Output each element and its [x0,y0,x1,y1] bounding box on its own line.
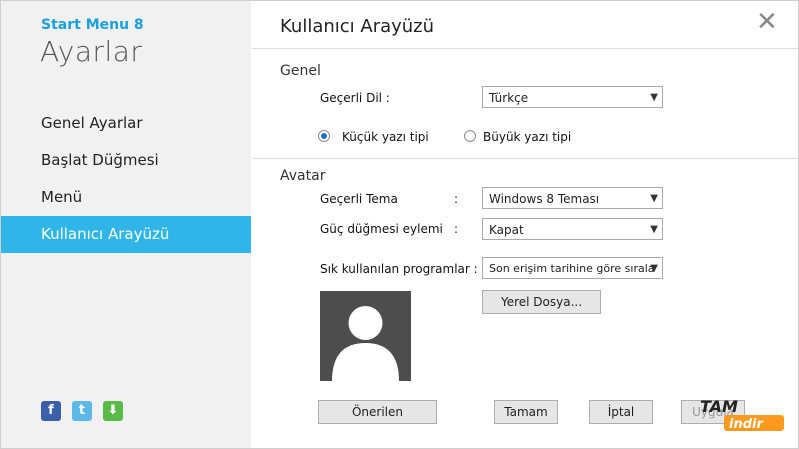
theme-value: Windows 8 Teması [489,192,600,206]
colon: : [454,222,459,236]
main-panel: Kullanıcı Arayüzü ✕ Genel Geçerli Dil : … [252,1,798,448]
language-select[interactable]: Türkçe ▼ [482,86,663,108]
watermark-line1: TAM [700,397,738,416]
section-general: Genel [280,63,321,79]
tamindir-logo-icon: TAM indir [700,397,784,432]
sidebar-heading: Ayarlar [40,35,143,68]
chevron-down-icon: ▼ [650,224,658,235]
sidebar: Start Menu 8 Ayarlar Genel Ayarlar Başla… [1,1,251,448]
large-font-label: Büyük yazı tipi [483,130,572,144]
sidebar-nav: Genel Ayarlar Başlat Düğmesi Menü Kullan… [1,105,251,253]
download-icon[interactable]: ⬇ [103,401,123,421]
theme-select[interactable]: Windows 8 Teması ▼ [482,187,663,209]
sidebar-item-start-button[interactable]: Başlat Düğmesi [1,142,251,179]
close-icon[interactable]: ✕ [756,7,778,37]
power-label: Güç düğmesi eylemi [320,222,443,236]
language-value: Türkçe [489,91,529,105]
colon: : [454,192,459,206]
power-select[interactable]: Kapat ▼ [482,218,663,240]
page-title: Kullanıcı Arayüzü [280,16,435,37]
sidebar-item-menu[interactable]: Menü [1,179,251,216]
facebook-icon[interactable]: f [41,401,61,421]
section-avatar: Avatar [280,168,326,184]
cancel-button[interactable]: İptal [589,400,653,424]
twitter-icon[interactable]: t [72,401,92,421]
app-name: Start Menu 8 [41,17,144,33]
ok-button[interactable]: Tamam [494,400,558,424]
small-font-label: Küçük yazı tipi [342,130,429,144]
power-value: Kapat [489,223,524,237]
recommended-button[interactable]: Önerilen [318,400,437,424]
small-font-radio[interactable] [318,130,330,142]
divider [252,48,798,49]
programs-select[interactable]: Son erişim tarihine göre sırala ▼ [482,257,663,279]
user-silhouette-icon [332,306,399,381]
language-label: Geçerli Dil : [320,91,390,105]
sidebar-item-user-interface[interactable]: Kullanıcı Arayüzü [1,216,251,253]
watermark-line2: indir [729,417,764,432]
divider [252,158,798,159]
settings-window: Start Menu 8 Ayarlar Genel Ayarlar Başla… [0,0,799,449]
chevron-down-icon: ▼ [650,263,658,274]
programs-value: Son erişim tarihine göre sırala [489,262,655,275]
avatar-image [320,291,411,381]
local-file-button[interactable]: Yerel Dosya... [482,290,601,314]
chevron-down-icon: ▼ [650,193,658,204]
chevron-down-icon: ▼ [650,92,658,103]
watermark-logo: TAM indir [682,394,792,438]
sidebar-item-general[interactable]: Genel Ayarlar [1,105,251,142]
theme-label: Geçerli Tema [320,192,398,206]
large-font-radio[interactable] [464,130,476,142]
programs-label: Sık kullanılan programlar : [320,262,478,276]
